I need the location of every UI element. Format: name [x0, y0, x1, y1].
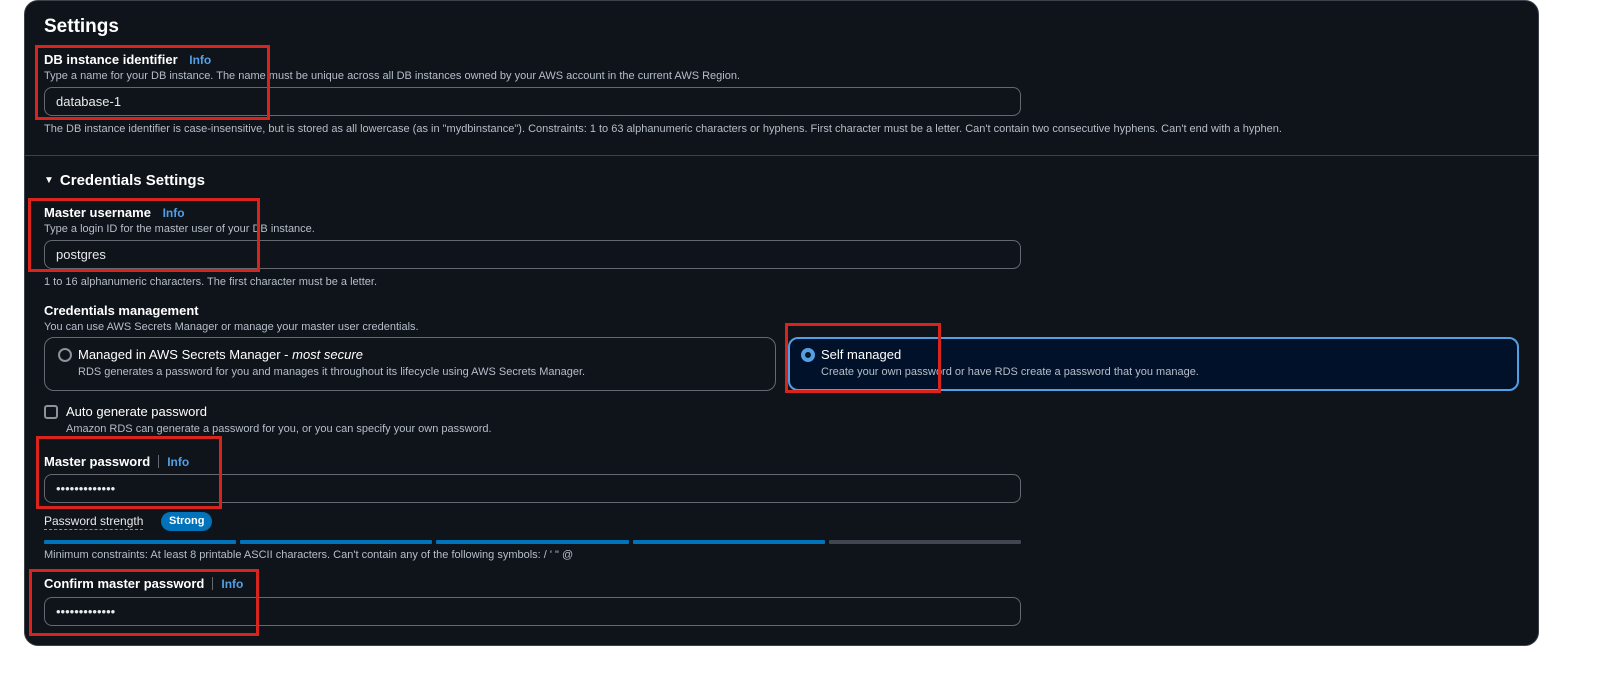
credentials-management-description: You can use AWS Secrets Manager or manag… [44, 321, 419, 333]
master-password-info-link[interactable]: Info [167, 455, 189, 469]
strength-meter-segment [828, 540, 1021, 544]
master-password-label-text: Master password [44, 454, 151, 469]
master-username-label-text: Master username [44, 205, 151, 220]
strength-meter-segment [632, 540, 825, 544]
label-separator [158, 455, 160, 468]
password-strength-badge: Strong [161, 512, 213, 531]
auto-generate-description: Amazon RDS can generate a password for y… [66, 423, 492, 435]
credentials-settings-toggle[interactable]: ▼ Credentials Settings [44, 172, 205, 189]
master-username-label: Master username Info [44, 205, 185, 220]
option-self-managed-title: Self managed [821, 347, 902, 362]
db-identifier-label: DB instance identifier Info [44, 52, 211, 67]
option-self-managed-tile[interactable]: Self managed Create your own password or… [788, 337, 1519, 391]
master-username-description: Type a login ID for the master user of y… [44, 223, 315, 235]
db-identifier-label-text: DB instance identifier [44, 52, 178, 67]
option-secrets-manager-emphasis: most secure [292, 347, 363, 362]
auto-generate-checkbox[interactable] [44, 405, 58, 419]
auto-generate-label: Auto generate password [66, 404, 207, 419]
db-identifier-info-link[interactable]: Info [189, 53, 211, 67]
option-secrets-manager-description: RDS generates a password for you and man… [78, 366, 586, 378]
db-identifier-input[interactable] [44, 87, 1021, 116]
option-self-managed-description: Create your own password or have RDS cre… [821, 366, 1199, 378]
db-identifier-constraint: The DB instance identifier is case-insen… [44, 123, 1282, 135]
section-divider [25, 155, 1538, 156]
confirm-password-label-text: Confirm master password [44, 576, 205, 591]
credentials-management-label: Credentials management [44, 303, 199, 318]
strength-meter-segment [436, 540, 629, 544]
caret-down-icon: ▼ [44, 175, 54, 186]
confirm-password-input[interactable]: ••••••••••••• [44, 597, 1021, 626]
password-strength-label[interactable]: Password strength [44, 514, 144, 530]
master-username-input[interactable] [44, 240, 1021, 269]
db-identifier-description: Type a name for your DB instance. The na… [44, 70, 741, 82]
label-separator [212, 577, 214, 590]
option-secrets-manager-title: Managed in AWS Secrets Manager - most se… [78, 347, 363, 362]
password-strength-constraint: Minimum constraints: At least 8 printabl… [44, 549, 574, 561]
credentials-settings-title: Credentials Settings [59, 172, 205, 189]
master-username-info-link[interactable]: Info [163, 206, 185, 220]
confirm-password-label: Confirm master password Info [44, 576, 243, 591]
option-secrets-manager-title-text: Managed in AWS Secrets Manager - [78, 347, 293, 362]
master-password-label: Master password Info [44, 454, 189, 469]
master-username-constraint: 1 to 16 alphanumeric characters. The fir… [44, 276, 378, 288]
option-secrets-manager-tile[interactable]: Managed in AWS Secrets Manager - most se… [44, 337, 776, 391]
settings-title: Settings [44, 16, 119, 37]
confirm-password-info-link[interactable]: Info [221, 577, 243, 591]
radio-secrets-manager[interactable] [58, 348, 72, 362]
master-password-input[interactable]: ••••••••••••• [44, 474, 1021, 503]
radio-self-managed[interactable] [801, 348, 815, 362]
strength-meter-segment [44, 540, 237, 544]
strength-meter-segment [240, 540, 433, 544]
